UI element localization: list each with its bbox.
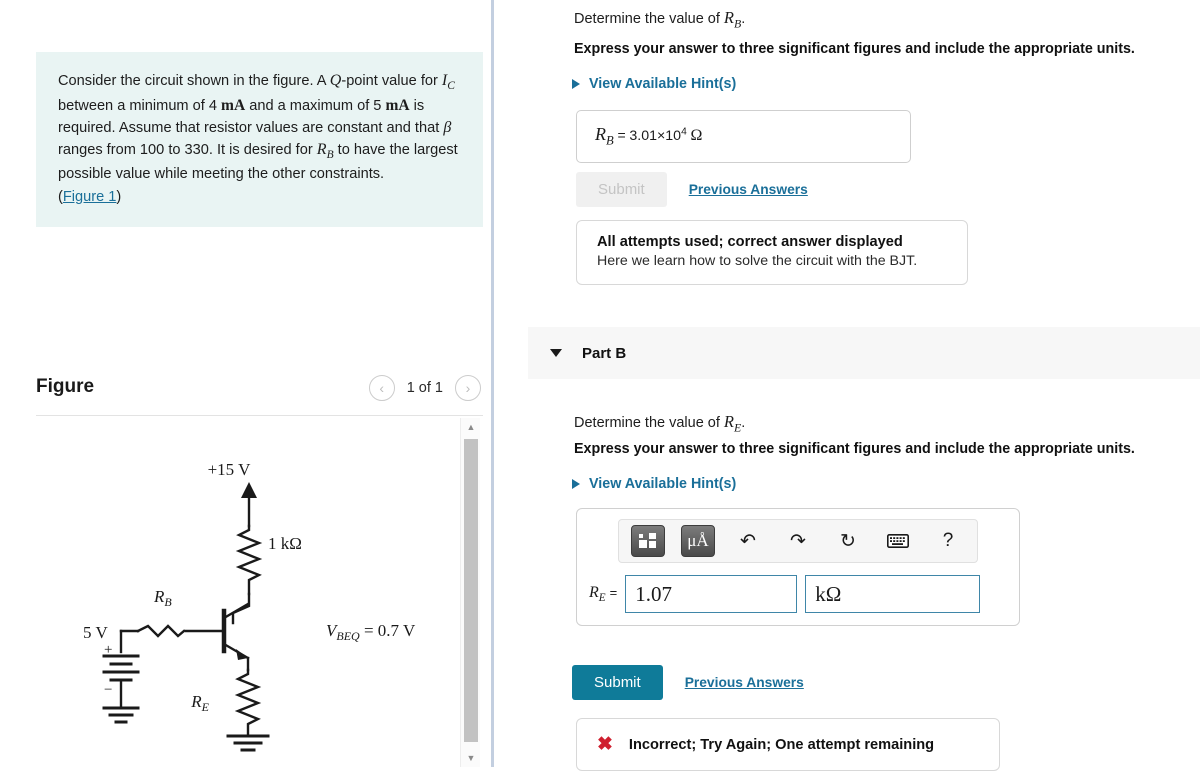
circuit-diagram: +15 V 1 kΩ RB RE 5 V + − VBEQ = 0.7 V (36, 418, 461, 767)
template-glyph (639, 533, 656, 548)
problem-text-6: ranges from 100 to 330. It is desired fo… (58, 142, 317, 159)
problem-text-4: and a maximum of 5 (245, 97, 386, 114)
figure-viewport: +15 V 1 kΩ RB RE 5 V + − VBEQ = 0.7 V (36, 418, 483, 767)
battery-minus-sign: − (104, 682, 112, 698)
part-a-symbol-rb: RB (723, 8, 742, 31)
part-a-answer-equals: = (617, 127, 626, 143)
part-b-answer-label: RE = (589, 583, 618, 605)
part-b-unit-input[interactable]: kΩ (805, 575, 981, 613)
part-b-actions: Submit Previous Answers (572, 665, 804, 700)
units-label: μÅ (687, 531, 709, 550)
vbeq-label: VBEQ = 0.7 V (326, 621, 416, 643)
hint-triangle-icon (572, 479, 580, 489)
part-a-actions: Submit Previous Answers (576, 172, 808, 207)
keyboard-glyph (887, 534, 909, 548)
figure-counter: 1 of 1 (406, 380, 443, 396)
figure-1-link[interactable]: Figure 1 (63, 189, 117, 205)
part-b-instruction: Express your answer to three significant… (574, 441, 1135, 457)
answer-toolbar: μÅ ↶ ↷ ↻ ? (618, 519, 978, 563)
part-b-question-pre: Determine the value of (574, 415, 724, 431)
part-b-previous-answers-link[interactable]: Previous Answers (685, 675, 804, 690)
part-a-question-pre: Determine the value of (574, 11, 724, 27)
collector-resistor-label: 1 kΩ (268, 534, 302, 553)
symbol-rb: RB (316, 141, 334, 162)
base-resistor-label: RB (153, 587, 172, 609)
symbol-beta: β (443, 118, 452, 136)
part-b-question: Determine the value of RE. (574, 410, 745, 436)
scroll-down-arrow[interactable]: ▼ (461, 749, 481, 767)
part-a-hints-toggle[interactable]: View Available Hint(s) (572, 76, 736, 92)
battery-plus-sign: + (104, 642, 112, 658)
figure-title: Figure (36, 376, 95, 397)
unit-ma-1: mA (221, 96, 246, 114)
figure-header: Figure ‹ 1 of 1 › (36, 372, 483, 414)
part-a-feedback-subtitle: Here we learn how to solve the circuit w… (597, 253, 918, 269)
part-a-previous-answers-link[interactable]: Previous Answers (689, 182, 808, 197)
units-icon[interactable]: μÅ (681, 525, 715, 557)
problem-text-1: Consider the circuit shown in the figure… (58, 73, 330, 89)
paren-close: ) (116, 188, 122, 205)
part-a-feedback-title: All attempts used; correct answer displa… (597, 234, 903, 250)
figure-divider (36, 415, 483, 416)
left-panel: Consider the circuit shown in the figure… (0, 0, 491, 767)
part-b-symbol-re: RE (723, 412, 742, 435)
part-b-submit-button[interactable]: Submit (572, 665, 663, 700)
part-a-answer-mantissa: 3.01×104 (629, 126, 687, 144)
problem-text-3: between a minimum of 4 (58, 97, 222, 114)
part-b-error-feedback: ✖ Incorrect; Try Again; One attempt rema… (576, 718, 1000, 771)
right-panel: Determine the value of RB. Express your … (494, 0, 1200, 771)
redo-icon[interactable]: ↷ (781, 525, 815, 557)
hint-triangle-icon (572, 79, 580, 89)
part-a-feedback: All attempts used; correct answer displa… (576, 220, 968, 285)
error-x-icon: ✖ (597, 734, 613, 755)
scroll-up-arrow[interactable]: ▲ (461, 418, 481, 436)
symbol-q: Q (329, 72, 342, 89)
template-icon[interactable] (631, 525, 665, 557)
page-root: Consider the circuit shown in the figure… (0, 0, 1200, 771)
unit-ma-2: mA (385, 96, 410, 114)
part-b-answer-row: RE = 1.07 kΩ (589, 575, 1007, 613)
part-a-answer-symbol: RB (595, 124, 614, 148)
emitter-resistor-label: RE (190, 692, 209, 714)
help-icon[interactable]: ? (931, 525, 965, 557)
part-b-hints-label: View Available Hint(s) (589, 476, 737, 492)
part-a-answer-display: RB = 3.01×104 Ω (576, 110, 911, 163)
part-b-answer-editor: μÅ ↶ ↷ ↻ ? RE = 1.07 kΩ (576, 508, 1020, 626)
chevron-down-icon (550, 349, 562, 357)
scrollbar-thumb[interactable] (464, 439, 478, 742)
part-a-question-post: . (741, 11, 746, 27)
figure-prev-button[interactable]: ‹ (368, 375, 395, 401)
part-b-question-post: . (741, 415, 746, 431)
figure-navigation: ‹ 1 of 1 › (368, 375, 481, 401)
figure-scrollbar[interactable]: ▲ ▼ (460, 418, 480, 767)
reset-icon[interactable]: ↻ (831, 525, 865, 557)
battery-label: 5 V (83, 623, 108, 642)
circuit-svg: +15 V 1 kΩ RB RE 5 V + − VBEQ = 0.7 V (83, 460, 416, 752)
part-b-hints-toggle[interactable]: View Available Hint(s) (572, 476, 736, 492)
error-message: Incorrect; Try Again; One attempt remain… (628, 736, 935, 753)
part-b-label: Part B (582, 344, 627, 362)
part-a-question: Determine the value of RB. (574, 6, 745, 32)
undo-icon[interactable]: ↶ (731, 525, 765, 557)
part-a-hints-label: View Available Hint(s) (589, 76, 737, 92)
supply-label: +15 V (208, 460, 252, 479)
part-a-submit-button: Submit (576, 172, 667, 207)
symbol-ic: IC (441, 72, 455, 93)
problem-text-2: -point value for (341, 73, 442, 89)
figure-next-button[interactable]: › (455, 375, 481, 401)
problem-statement: Consider the circuit shown in the figure… (36, 52, 483, 228)
part-b-header[interactable]: Part B (528, 327, 1200, 379)
part-a-instruction: Express your answer to three significant… (574, 41, 1135, 57)
keyboard-icon[interactable] (881, 525, 915, 557)
part-b-value-input[interactable]: 1.07 (625, 575, 798, 613)
part-a-answer-unit: Ω (690, 127, 703, 144)
part-a-answer-expression: RB = 3.01×104 Ω (595, 124, 892, 149)
